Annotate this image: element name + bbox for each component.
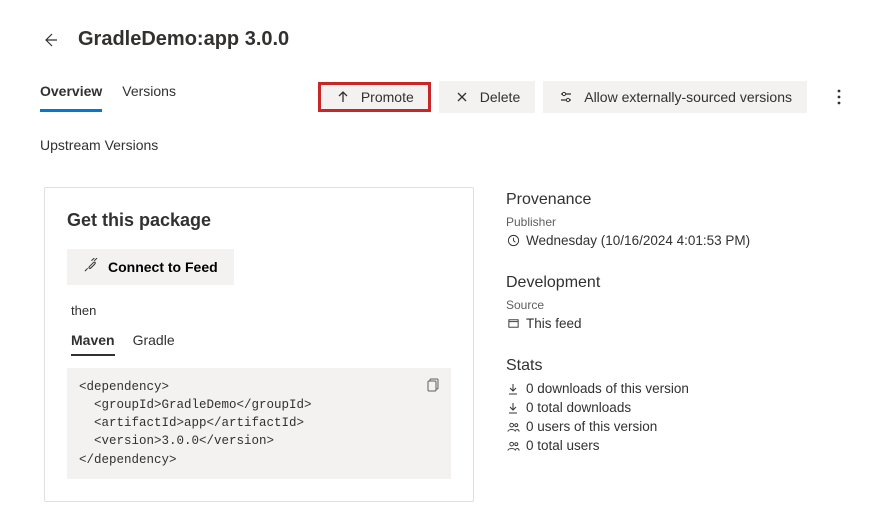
get-package-card: Get this package Connect to Feed then Ma… (44, 187, 474, 502)
then-label: then (71, 303, 447, 318)
sliders-icon (558, 89, 574, 105)
development-section: Development Source This feed (506, 274, 861, 331)
clock-icon (506, 234, 520, 248)
provenance-title: Provenance (506, 191, 861, 209)
stat-downloads-total: 0 total downloads (526, 400, 631, 415)
copy-button[interactable] (423, 374, 445, 396)
x-icon (454, 89, 470, 105)
package-format-tabs: Maven Gradle (71, 332, 451, 356)
tab-maven[interactable]: Maven (71, 332, 115, 356)
download-icon (506, 382, 520, 396)
stats-title: Stats (506, 357, 861, 375)
feed-icon (506, 317, 520, 331)
arrow-up-icon (335, 89, 351, 105)
back-button[interactable] (40, 30, 60, 50)
provenance-section: Provenance Publisher Wednesday (10/16/20… (506, 191, 861, 248)
published-at: Wednesday (10/16/2024 4:01:53 PM) (526, 233, 750, 248)
connect-to-feed-button[interactable]: Connect to Feed (67, 249, 234, 285)
connect-to-feed-label: Connect to Feed (108, 259, 218, 275)
delete-button[interactable]: Delete (439, 81, 535, 113)
stats-section: Stats 0 downloads of this version 0 tota… (506, 357, 861, 453)
users-icon (506, 439, 520, 453)
publisher-label: Publisher (506, 215, 861, 229)
stat-users-total: 0 total users (526, 438, 600, 453)
allow-external-button[interactable]: Allow externally-sourced versions (543, 81, 807, 113)
allow-external-label: Allow externally-sourced versions (584, 89, 792, 105)
download-icon (506, 401, 520, 415)
source-label: Source (506, 298, 861, 312)
source-value: This feed (526, 316, 582, 331)
upstream-versions-heading: Upstream Versions (0, 119, 895, 153)
tab-overview[interactable]: Overview (40, 83, 102, 112)
promote-button[interactable]: Promote (318, 82, 431, 112)
more-menu-button[interactable] (823, 81, 855, 113)
development-title: Development (506, 274, 861, 292)
delete-label: Delete (480, 89, 520, 105)
page-title: GradleDemo:app 3.0.0 (78, 28, 289, 51)
stat-downloads-version: 0 downloads of this version (526, 381, 689, 396)
dependency-snippet: <dependency> <groupId>GradleDemo</groupI… (67, 368, 451, 479)
tab-versions[interactable]: Versions (122, 83, 176, 112)
tab-gradle[interactable]: Gradle (133, 332, 175, 356)
users-icon (506, 420, 520, 434)
stat-users-version: 0 users of this version (526, 419, 657, 434)
plug-icon (83, 258, 98, 276)
main-tabs: Overview Versions (40, 83, 176, 112)
get-package-title: Get this package (67, 210, 451, 231)
promote-label: Promote (361, 89, 414, 105)
